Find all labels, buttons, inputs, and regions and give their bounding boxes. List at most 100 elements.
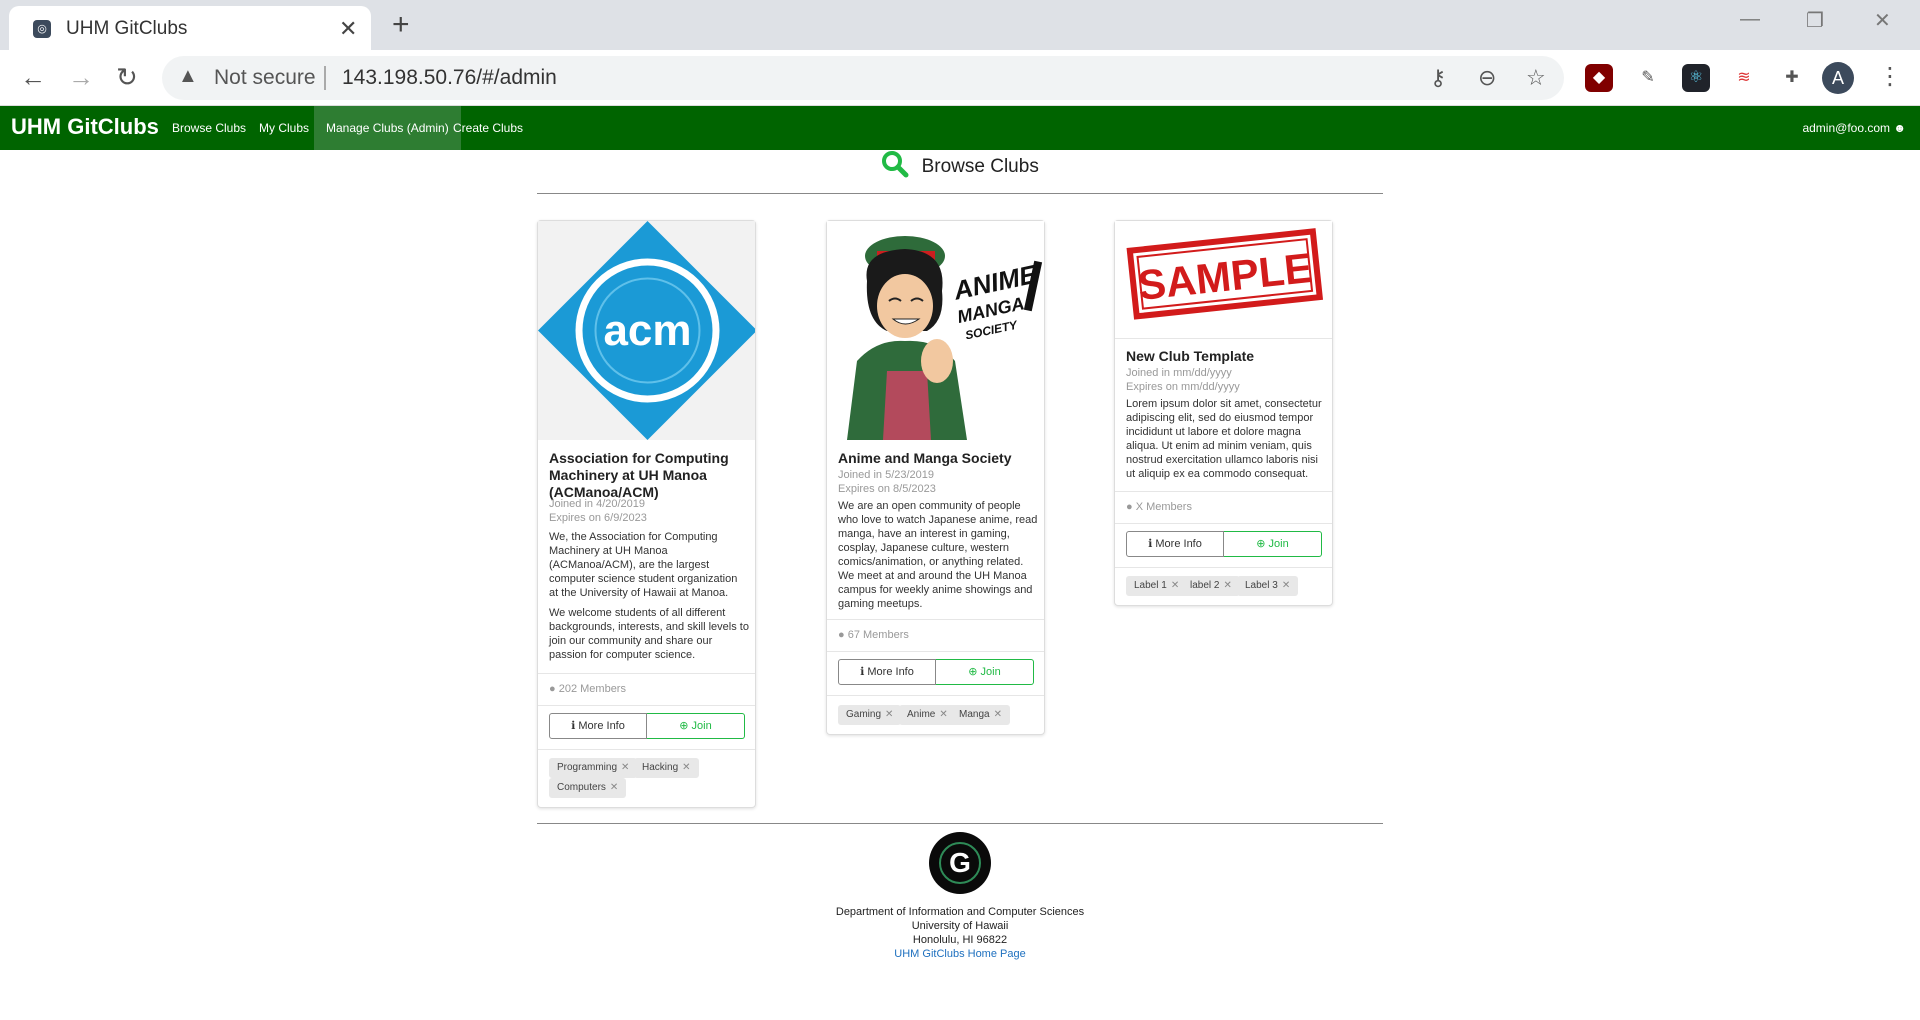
app-navbar: UHM GitClubs Browse Clubs My Clubs Manag… [0, 106, 1920, 150]
tag[interactable]: Manga ✕ [951, 705, 1010, 725]
tag[interactable]: label 2 ✕ [1182, 576, 1240, 596]
tab-close-icon[interactable]: ✕ [339, 16, 357, 42]
extension-stripes-icon[interactable]: ≋ [1730, 64, 1758, 92]
plus-circle-icon: ⊕ [679, 720, 689, 732]
join-button[interactable]: ⊕ Join [936, 659, 1034, 685]
not-secure-label[interactable]: Not secure [214, 66, 316, 90]
more-info-button[interactable]: ℹ More Info [838, 659, 936, 685]
browser-menu-icon[interactable]: ⋮ [1878, 62, 1902, 91]
back-icon[interactable]: ← [20, 62, 46, 93]
home-page-link[interactable]: UHM GitClubs Home Page [894, 948, 1025, 960]
card-divider [1115, 338, 1332, 339]
card-divider [538, 705, 755, 706]
tag-remove-icon: ✕ [1170, 580, 1180, 591]
club-expires: Expires on 8/5/2023 [838, 483, 936, 495]
ublock-icon[interactable]: ◆ [1585, 64, 1613, 92]
tag[interactable]: Label 1 ✕ [1126, 576, 1188, 596]
club-expires: Expires on 6/9/2023 [549, 512, 647, 524]
omnibox[interactable]: ▲ Not secure 143.198.50.76/#/admin ⚷ ⊖ ☆ [162, 56, 1564, 100]
tag[interactable]: Hacking ✕ [634, 758, 699, 778]
zoom-out-icon[interactable]: ⊖ [1478, 65, 1496, 91]
footer-address: Honolulu, HI 96822 [912, 934, 1008, 946]
card-buttons: ℹ More Info ⊕ Join [549, 713, 745, 739]
join-button[interactable]: ⊕ Join [1224, 531, 1322, 557]
card-divider [1115, 523, 1332, 524]
more-info-button[interactable]: ℹ More Info [1126, 531, 1224, 557]
new-tab-button[interactable]: + [392, 8, 410, 42]
profile-avatar[interactable]: A [1822, 62, 1854, 94]
warning-icon[interactable]: ▲ [178, 65, 198, 88]
club-description: We, the Association for Computing Machin… [549, 531, 738, 599]
club-joined: Joined in 5/23/2019 [838, 469, 935, 481]
tag-remove-icon: ✕ [885, 709, 894, 720]
tag-remove-icon: ✕ [939, 709, 948, 720]
nav-my-clubs[interactable]: My Clubs [247, 106, 321, 150]
user-icon: ● [1126, 501, 1133, 513]
club-image-sample: SAMPLE [1115, 221, 1332, 338]
footer-divider [537, 823, 1383, 824]
user-menu[interactable]: admin@foo.com ☻ [1802, 106, 1906, 150]
card-divider [827, 619, 1044, 620]
extensions-puzzle-icon[interactable]: ✚ [1778, 64, 1806, 92]
card-divider [827, 695, 1044, 696]
react-devtools-icon[interactable]: ⚛ [1682, 64, 1710, 92]
address-bar-row: ← → ↻ ▲ Not secure 143.198.50.76/#/admin… [0, 50, 1920, 106]
page-header: Browse Clubs [537, 150, 1383, 194]
tag-remove-icon: ✕ [1281, 580, 1291, 591]
club-joined: Joined in 4/20/2019 [549, 498, 646, 510]
nav-create-clubs[interactable]: Create Clubs [441, 106, 535, 150]
minimize-icon[interactable]: — [1740, 8, 1760, 31]
club-image-acm: acm [538, 221, 755, 440]
club-joined: Joined in mm/dd/yyyy [1126, 367, 1232, 379]
card-divider [1115, 567, 1332, 568]
browser-tab-bar: ◎ UHM GitClubs ✕ + — ❐ ✕ [0, 0, 1920, 50]
club-members: ● 67 Members [838, 629, 909, 641]
acm-logo-text: acm [603, 306, 691, 355]
tag[interactable]: Label 3 ✕ [1237, 576, 1299, 596]
card-divider [538, 749, 755, 750]
brand-logo[interactable]: UHM GitClubs [11, 114, 159, 140]
join-button[interactable]: ⊕ Join [647, 713, 745, 739]
user-icon: ● [549, 683, 556, 695]
tab-title: UHM GitClubs [66, 18, 188, 39]
club-members: ● 202 Members [549, 683, 626, 695]
card-divider [538, 673, 755, 674]
omnibox-separator [324, 66, 326, 90]
card-buttons: ℹ More Info ⊕ Join [1126, 531, 1322, 557]
tag[interactable]: Gaming ✕ [838, 705, 902, 725]
plus-circle-icon: ⊕ [1256, 538, 1266, 550]
tag-remove-icon: ✕ [682, 762, 691, 773]
gitclubs-logo: G [929, 832, 991, 894]
footer-university: University of Hawaii [911, 920, 1009, 932]
club-image-anime: ANIME MANGA SOCIETY [827, 221, 1044, 440]
close-window-icon[interactable]: ✕ [1874, 8, 1891, 33]
bookmark-star-icon[interactable]: ☆ [1526, 65, 1546, 91]
logo-letter: G [939, 842, 981, 884]
key-icon[interactable]: ⚷ [1430, 65, 1446, 91]
restore-icon[interactable]: ❐ [1806, 8, 1824, 33]
club-card-acm: acm Association for Computing Machinery … [537, 220, 756, 808]
more-info-button[interactable]: ℹ More Info [549, 713, 647, 739]
nav-browse-clubs[interactable]: Browse Clubs [160, 106, 258, 150]
tag[interactable]: Computers ✕ [549, 778, 627, 798]
page-title: Browse Clubs [921, 156, 1039, 177]
browser-tab[interactable]: ◎ UHM GitClubs ✕ [9, 6, 371, 50]
forward-icon[interactable]: → [68, 62, 94, 93]
reload-icon[interactable]: ↻ [116, 62, 138, 93]
club-title[interactable]: Association for Computing Machinery at U… [549, 450, 749, 501]
card-divider [827, 651, 1044, 652]
tag[interactable]: Programming ✕ [549, 758, 638, 778]
tag-remove-icon: ✕ [993, 709, 1002, 720]
info-icon: ℹ [571, 720, 576, 732]
club-expires: Expires on mm/dd/yyyy [1126, 381, 1240, 393]
club-title[interactable]: Anime and Manga Society [838, 450, 1038, 467]
info-icon: ℹ [1148, 538, 1153, 550]
club-title[interactable]: New Club Template [1126, 348, 1326, 365]
nav-manage-clubs[interactable]: Manage Clubs (Admin) [314, 106, 461, 150]
url-text[interactable]: 143.198.50.76/#/admin [342, 66, 557, 90]
tag[interactable]: Anime ✕ [899, 705, 956, 725]
eyedropper-icon[interactable]: ✎ [1634, 64, 1662, 92]
user-icon: ● [838, 629, 845, 641]
user-email[interactable]: admin@foo.com [1802, 121, 1890, 135]
club-card-anime: ANIME MANGA SOCIETY Anime and Manga Soci… [826, 220, 1045, 735]
